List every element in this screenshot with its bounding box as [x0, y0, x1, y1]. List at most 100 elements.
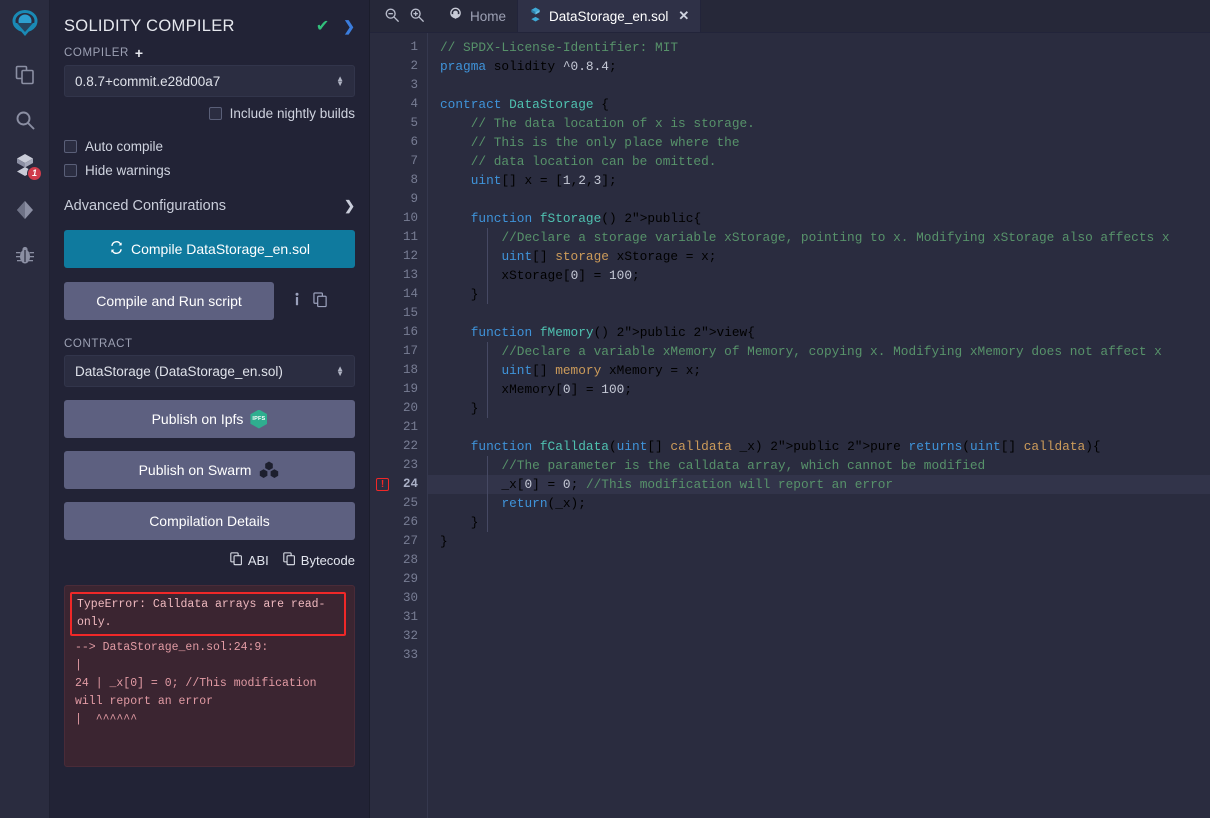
debugger-icon[interactable] [0, 232, 49, 277]
code-line[interactable]: function fStorage() 2">public{ [428, 209, 1210, 228]
chevron-right-icon[interactable]: ❯ [343, 18, 355, 35]
hide-warnings-row[interactable]: Hide warnings [64, 163, 355, 178]
nightly-builds-label: Include nightly builds [230, 106, 355, 121]
copy-abi-button[interactable]: ABI [230, 552, 269, 569]
code-line[interactable] [428, 646, 1210, 665]
code-line[interactable] [428, 76, 1210, 95]
publish-swarm-button[interactable]: Publish on Swarm [64, 451, 355, 489]
editor-tabbar: Home DataStorage_en.sol ✕ [370, 0, 1210, 33]
line-number: 5 [370, 114, 427, 133]
line-number: 17 [370, 342, 427, 361]
auto-compile-checkbox[interactable] [64, 140, 77, 153]
compilation-details-button[interactable]: Compilation Details [64, 502, 355, 540]
contract-select[interactable]: DataStorage (DataStorage_en.sol) ▲▼ [64, 355, 355, 387]
tab-datastorage-sol[interactable]: DataStorage_en.sol ✕ [517, 0, 701, 32]
code-line[interactable] [428, 608, 1210, 627]
code-line[interactable]: return(_x); [428, 494, 1210, 513]
code-line[interactable]: xStorage[0] = 100; [428, 266, 1210, 285]
compile-button[interactable]: Compile DataStorage_en.sol [64, 230, 355, 268]
compiler-error-panel[interactable]: TypeError: Calldata arrays are read-only… [64, 585, 355, 767]
file-explorer-icon[interactable] [0, 52, 49, 97]
tab-home[interactable]: Home [437, 0, 517, 32]
code-line[interactable]: contract DataStorage { [428, 95, 1210, 114]
code-line[interactable]: //Declare a variable xMemory of Memory, … [428, 342, 1210, 361]
line-number: 28 [370, 551, 427, 570]
code-line[interactable]: _x[0] = 0; //This modification will repo… [428, 475, 1210, 494]
copy-icon[interactable] [313, 292, 328, 311]
code-line[interactable] [428, 589, 1210, 608]
code-line[interactable]: // SPDX-License-Identifier: MIT [428, 38, 1210, 57]
line-number: 9 [370, 190, 427, 209]
page-title: SOLIDITY COMPILER [64, 17, 316, 36]
code-line[interactable] [428, 570, 1210, 589]
code-line[interactable]: uint[] storage xStorage = x; [428, 247, 1210, 266]
code-content[interactable]: // SPDX-License-Identifier: MITpragma so… [428, 33, 1210, 818]
add-compiler-icon[interactable]: + [135, 46, 144, 60]
solidity-file-icon [529, 7, 542, 25]
error-gutter-marker-icon[interactable]: ! [376, 478, 389, 491]
line-number: 10 [370, 209, 427, 228]
code-line[interactable]: xMemory[0] = 100; [428, 380, 1210, 399]
line-number: 27 [370, 532, 427, 551]
line-number: 3 [370, 76, 427, 95]
solidity-compiler-panel: SOLIDITY COMPILER ✔ ❯ COMPILER + 0.8.7+c… [50, 0, 370, 818]
line-number-gutter: 1234567891011121314151617181920212223242… [370, 33, 428, 818]
line-number: 11 [370, 228, 427, 247]
line-number: 15 [370, 304, 427, 323]
code-line[interactable]: uint[] memory xMemory = x; [428, 361, 1210, 380]
info-icon[interactable] [290, 292, 304, 310]
code-view[interactable]: 1234567891011121314151617181920212223242… [370, 33, 1210, 818]
zoom-out-icon[interactable] [384, 7, 400, 26]
zoom-in-icon[interactable] [409, 7, 425, 26]
line-number: 30 [370, 589, 427, 608]
bytecode-label: Bytecode [301, 553, 355, 568]
search-icon[interactable] [0, 97, 49, 142]
indent-guide [487, 456, 488, 532]
code-line[interactable]: } [428, 513, 1210, 532]
code-line[interactable] [428, 304, 1210, 323]
code-line[interactable] [428, 418, 1210, 437]
line-number: 6 [370, 133, 427, 152]
close-icon[interactable]: ✕ [678, 8, 689, 24]
compiler-version-value: 0.8.7+commit.e28d00a7 [75, 74, 336, 89]
code-line[interactable]: // This is the only place where the [428, 133, 1210, 152]
auto-compile-row[interactable]: Auto compile [64, 139, 355, 154]
code-line[interactable] [428, 190, 1210, 209]
line-number: 12 [370, 247, 427, 266]
hide-warnings-label: Hide warnings [85, 163, 171, 178]
code-line[interactable] [428, 627, 1210, 646]
code-line[interactable]: pragma solidity ^0.8.4; [428, 57, 1210, 76]
compile-and-run-script-button[interactable]: Compile and Run script [64, 282, 274, 320]
remix-ide-window: 1 SOLIDITY COMPILER [0, 0, 1210, 818]
error-pipe-1: | [75, 657, 344, 675]
solidity-compiler-icon[interactable]: 1 [0, 142, 49, 187]
code-line[interactable]: function fCalldata(uint[] calldata _x) 2… [428, 437, 1210, 456]
advanced-configurations-toggle[interactable]: Advanced Configurations ❯ [64, 198, 355, 214]
compiler-version-select[interactable]: 0.8.7+commit.e28d00a7 ▲▼ [64, 65, 355, 97]
code-line[interactable]: } [428, 399, 1210, 418]
line-number: 4 [370, 95, 427, 114]
code-line[interactable]: // data location can be omitted. [428, 152, 1210, 171]
code-line[interactable]: // The data location of x is storage. [428, 114, 1210, 133]
copy-bytecode-button[interactable]: Bytecode [283, 552, 355, 569]
line-number: 13 [370, 266, 427, 285]
panel-body: COMPILER + 0.8.7+commit.e28d00a7 ▲▼ Incl… [50, 46, 369, 767]
remix-logo-icon [448, 7, 463, 25]
hide-warnings-checkbox[interactable] [64, 164, 77, 177]
code-line[interactable]: //Declare a storage variable xStorage, p… [428, 228, 1210, 247]
editor-zoom-controls [370, 0, 437, 32]
code-line[interactable]: } [428, 285, 1210, 304]
publish-ipfs-button[interactable]: Publish on Ipfs IPFS [64, 400, 355, 438]
panel-header: SOLIDITY COMPILER ✔ ❯ [50, 0, 369, 46]
code-line[interactable]: } [428, 532, 1210, 551]
nightly-builds-row[interactable]: Include nightly builds [64, 106, 355, 121]
code-line[interactable]: function fMemory() 2">public 2">view{ [428, 323, 1210, 342]
code-line[interactable] [428, 551, 1210, 570]
nightly-builds-checkbox[interactable] [209, 107, 222, 120]
code-line[interactable]: //The parameter is the calldata array, w… [428, 456, 1210, 475]
deploy-run-icon[interactable] [0, 187, 49, 232]
error-caret-line: | ^^^^^^ [75, 711, 344, 729]
code-line[interactable]: uint[] x = [1,2,3]; [428, 171, 1210, 190]
remix-logo-icon[interactable] [0, 0, 49, 52]
advanced-configurations-label: Advanced Configurations [64, 198, 344, 214]
